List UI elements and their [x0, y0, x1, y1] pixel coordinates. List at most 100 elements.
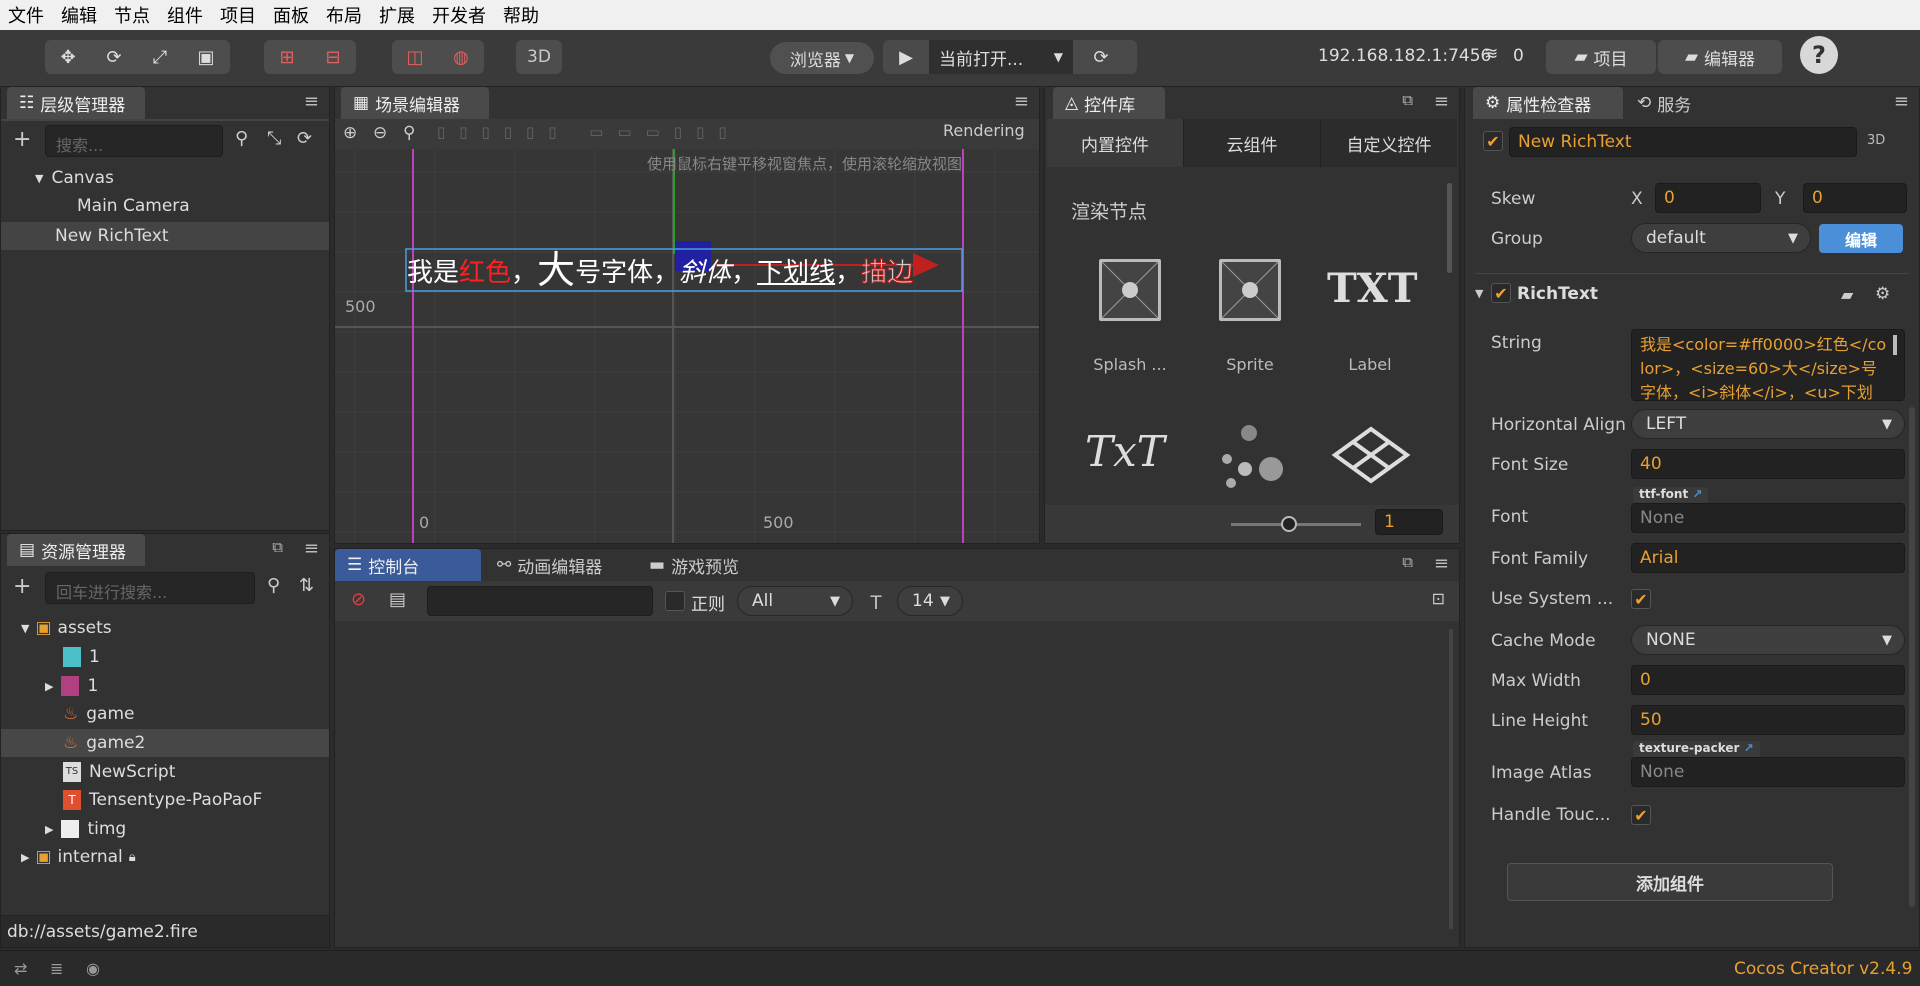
font-family-input[interactable]: Arial	[1631, 543, 1905, 573]
log-level-select[interactable]: All ▼	[737, 586, 853, 616]
tab-cloud-widgets[interactable]: 云组件	[1183, 119, 1320, 167]
tree-item-image-1[interactable]: 1	[63, 643, 100, 671]
tree-node-new-richtext[interactable]: New RichText	[55, 222, 169, 250]
panel-menu-icon[interactable]: ≡	[1434, 91, 1449, 112]
tree-folder-assets[interactable]: ▼ ▣ assets	[21, 614, 112, 642]
node-active-checkbox[interactable]: ✔	[1483, 131, 1503, 151]
search-icon[interactable]: ⚲	[235, 128, 248, 149]
tab-inspector[interactable]: ⚙ 属性检查器	[1473, 87, 1623, 119]
richtext-preview[interactable]: 我是 红色，大号字体， 斜体，下划线，描边	[407, 251, 914, 289]
textarea-scrollbar[interactable]	[1893, 335, 1897, 355]
panel-menu-icon[interactable]: ≡	[1894, 91, 1909, 112]
skew-x-input[interactable]: 0	[1655, 183, 1761, 213]
assets-search-input[interactable]: 回车进行搜索...	[45, 572, 255, 604]
image-atlas-input[interactable]: None	[1631, 757, 1905, 787]
tree-item-game[interactable]: ♨ game	[63, 700, 134, 728]
font-size-input[interactable]: 40	[1631, 449, 1905, 479]
rotate-tool-icon[interactable]: ⟳	[91, 40, 137, 74]
tab-services[interactable]: ⟲ 服务	[1625, 87, 1715, 119]
menu-component[interactable]: 组件	[167, 2, 203, 28]
inspector-scrollbar[interactable]	[1909, 407, 1915, 907]
menu-developer[interactable]: 开发者	[432, 2, 486, 28]
clear-icon[interactable]: ⊘	[351, 589, 366, 610]
3d-toggle[interactable]: 3D	[1867, 133, 1885, 148]
tree-item-atlas-1[interactable]: ▶ 1	[45, 672, 98, 700]
hierarchy-search-input[interactable]: 搜索...	[45, 125, 223, 157]
tree-item-newscript[interactable]: TS NewScript	[63, 758, 175, 786]
tab-animation-editor[interactable]: ⚯ 动画编辑器	[485, 549, 633, 581]
line-height-input[interactable]: 50	[1631, 705, 1905, 735]
zoom-value-input[interactable]: 1	[1375, 509, 1443, 535]
richtext-enabled-checkbox[interactable]: ✔	[1491, 283, 1511, 303]
search-icon[interactable]: ⚲	[267, 575, 280, 596]
max-width-input[interactable]: 0	[1631, 665, 1905, 695]
font-asset-input[interactable]: None	[1631, 503, 1905, 533]
play-icon[interactable]: ▶	[883, 40, 929, 74]
zoom-in-icon[interactable]: ⊕	[343, 123, 357, 143]
tab-console[interactable]: ☰ 控制台	[335, 549, 481, 581]
sprite-widget-icon[interactable]	[1219, 259, 1281, 321]
database-icon[interactable]: ≣	[50, 959, 63, 978]
particle-widget-icon[interactable]	[1217, 423, 1287, 498]
rect-tool-icon[interactable]: ▣	[183, 40, 229, 74]
tree-item-timg[interactable]: ▶ timg	[45, 815, 126, 843]
menu-extension[interactable]: 扩展	[379, 2, 415, 28]
open-project-button[interactable]: ▰ 项目	[1546, 40, 1656, 74]
tab-custom-widgets[interactable]: 自定义控件	[1320, 119, 1457, 167]
string-textarea[interactable]: 我是<color=#ff0000>红色</color>，<size=60>大</…	[1631, 329, 1905, 401]
maximize-icon[interactable]: ⧉	[272, 538, 283, 556]
local-icon[interactable]: ⊟	[310, 40, 356, 74]
gizmo-2d-icon[interactable]: ◫	[392, 40, 438, 74]
tab-scene-editor[interactable]: ▦ 场景编辑器	[341, 87, 489, 119]
tab-hierarchy[interactable]: ☷ 层级管理器	[7, 87, 145, 119]
add-asset-icon[interactable]: +	[13, 574, 31, 599]
tree-item-font[interactable]: T Tensentype-PaoPaoF	[63, 786, 262, 814]
group-edit-button[interactable]: 编辑	[1819, 224, 1903, 253]
refresh-icon[interactable]: ⟳	[1073, 40, 1129, 74]
eye-icon[interactable]: ◉	[86, 959, 100, 978]
sort-icon[interactable]: ⇅	[299, 575, 314, 596]
menu-edit[interactable]: 编辑	[61, 2, 97, 28]
collapse-toggle-icon[interactable]: ⊡	[1432, 589, 1445, 608]
tab-game-preview[interactable]: ▬ 游戏预览	[637, 549, 777, 581]
refresh-icon[interactable]: ⟳	[297, 128, 312, 149]
menu-layout[interactable]: 布局	[326, 2, 362, 28]
group-select[interactable]: default ▼	[1631, 223, 1811, 253]
font-size-select[interactable]: 14 ▼	[897, 586, 963, 616]
tab-builtin-widgets[interactable]: 内置控件	[1047, 119, 1183, 167]
menu-panel[interactable]: 面板	[273, 2, 309, 28]
scale-tool-icon[interactable]: ⤢	[137, 40, 183, 74]
maximize-icon[interactable]: ⧉	[1402, 91, 1413, 109]
menu-project[interactable]: 项目	[220, 2, 256, 28]
tree-item-game2[interactable]: ♨ game2	[63, 729, 145, 757]
add-node-icon[interactable]: +	[13, 127, 31, 152]
add-component-button[interactable]: 添加组件	[1507, 863, 1833, 901]
expand-arrow-icon[interactable]: ▼	[1475, 287, 1483, 300]
zoom-out-icon[interactable]: ⊖	[373, 123, 387, 143]
panel-menu-icon[interactable]: ≡	[1434, 553, 1449, 574]
tab-assets[interactable]: ▤ 资源管理器	[7, 534, 145, 566]
gizmo-3d-icon[interactable]: ◍	[438, 40, 484, 74]
console-filter-input[interactable]	[427, 586, 653, 616]
use-system-font-checkbox[interactable]: ✔	[1631, 589, 1651, 609]
rendering-select[interactable]: Rendering	[943, 121, 1025, 140]
sync-icon[interactable]: ⇄	[14, 959, 27, 978]
menu-node[interactable]: 节点	[114, 2, 150, 28]
move-tool-icon[interactable]: ✥	[45, 40, 91, 74]
open-log-icon[interactable]: ▤	[389, 589, 406, 610]
settings-gear-icon[interactable]: ⚙	[1875, 284, 1890, 304]
panel-menu-icon[interactable]: ≡	[1014, 91, 1029, 112]
tree-node-canvas[interactable]: ▼ Canvas	[35, 164, 114, 192]
label-widget-icon[interactable]: TXT	[1327, 265, 1418, 312]
widget-scrollbar[interactable]	[1447, 183, 1452, 273]
node-name-input[interactable]: New RichText	[1509, 127, 1857, 157]
horizontal-align-select[interactable]: LEFT ▼	[1631, 409, 1905, 439]
handle-touch-checkbox[interactable]: ✔	[1631, 805, 1651, 825]
menu-help[interactable]: 帮助	[503, 2, 539, 28]
panel-menu-icon[interactable]: ≡	[304, 538, 319, 559]
scene-select[interactable]: 当前打开... ▼	[929, 40, 1073, 74]
browser-select[interactable]: 浏览器 ▼	[770, 42, 874, 74]
tree-folder-internal[interactable]: ▶ ▣ internal 🔒︎	[21, 843, 136, 871]
splash-widget-icon[interactable]	[1099, 259, 1161, 321]
collapse-icon[interactable]: ⤡	[267, 128, 281, 149]
